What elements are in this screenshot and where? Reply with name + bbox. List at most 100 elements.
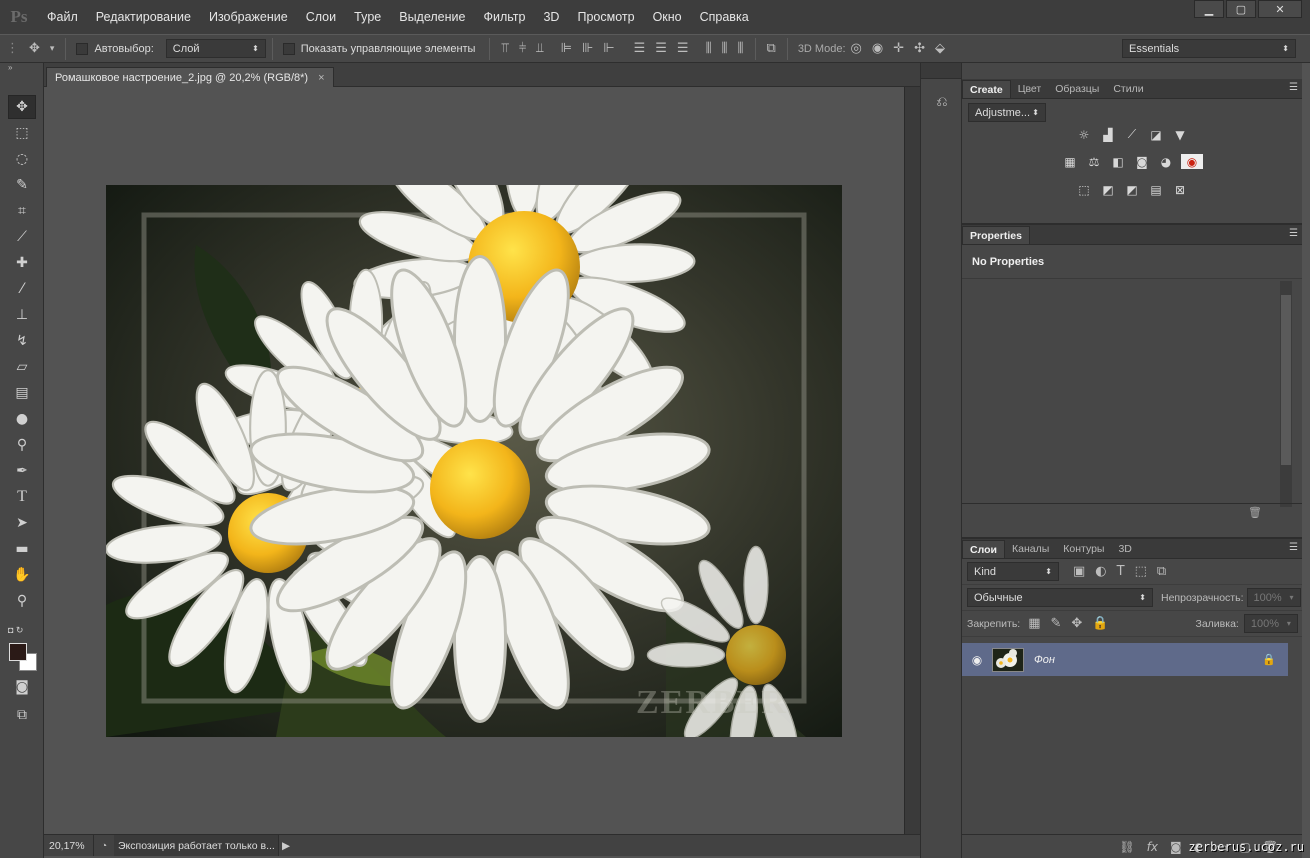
panel-menu-icon[interactable]: ☰ [1289,228,1298,239]
distribute-right-icon[interactable]: ⫼ [738,41,744,56]
filter-pixel-icon[interactable]: ▣ [1073,564,1085,579]
workspace-dropdown[interactable]: Essentials ⬍ [1122,39,1296,58]
eraser-tool-icon[interactable]: ▱ [8,355,36,379]
3d-slide-icon[interactable]: ✣ [914,41,925,56]
tab-layers[interactable]: Слои [962,540,1005,558]
tab-create[interactable]: Create [962,80,1011,98]
screen-mode-icon[interactable]: ⧉ [8,703,36,727]
invert-icon[interactable]: ⬚ [1075,182,1093,197]
filter-smart-object-icon[interactable]: ⧉ [1157,564,1166,579]
document-image[interactable]: ZERBER [106,185,842,737]
color-lookup-icon[interactable]: ◉ [1181,154,1203,169]
layer-style-fx-icon[interactable]: fx [1147,840,1158,854]
menu-window[interactable]: Окно [644,0,691,34]
menu-help[interactable]: Справка [691,0,758,34]
distribute-left-icon[interactable]: ⫼ [706,41,712,56]
distribute-bottom-icon[interactable]: ☰ [677,41,689,56]
status-menu-arrow-icon[interactable]: ▶ [279,840,293,852]
3d-roll-icon[interactable]: ◉ [872,41,883,56]
healing-brush-tool-icon[interactable]: ✚ [8,251,36,275]
threshold-icon[interactable]: ◩ [1123,182,1141,197]
history-panel-icon[interactable]: ⎌ [929,89,955,113]
show-transform-checkbox[interactable] [282,42,295,55]
menu-select[interactable]: Выделение [390,0,474,34]
close-tab-icon[interactable]: × [318,72,324,84]
black-white-icon[interactable]: ◧ [1109,154,1127,169]
layer-filter-dropdown[interactable]: Kind ⬍ [967,562,1059,581]
channel-mixer-icon[interactable]: ◕ [1157,154,1175,169]
crop-tool-icon[interactable]: ⌗ [8,199,36,223]
maximize-button[interactable]: ▢ [1226,0,1256,18]
align-left-icon[interactable]: ⊫ [561,41,572,56]
brush-tool-icon[interactable]: ⁄ [8,277,36,301]
collapse-toolbar-icon[interactable]: » [0,63,43,77]
clone-stamp-tool-icon[interactable]: ⊥ [8,303,36,327]
hand-tool-icon[interactable]: ✋ [8,563,36,587]
3d-rotate-icon[interactable]: ◎ [851,41,862,56]
blend-mode-dropdown[interactable]: Обычные ⬍ [967,588,1153,607]
align-top-icon[interactable]: ⫪ [501,41,508,56]
photo-filter-icon[interactable]: ◙ [1133,154,1151,169]
menu-edit[interactable]: Редактирование [87,0,200,34]
brightness-contrast-icon[interactable]: ☼ [1075,127,1093,142]
distribute-hcenter-icon[interactable]: ⫼ [722,41,728,56]
properties-scrollbar[interactable] [1280,281,1292,507]
gradient-tool-icon[interactable]: ▤ [8,381,36,405]
move-tool-preset-icon[interactable]: ✥ [29,41,40,56]
scrollbar-thumb[interactable] [1281,295,1291,465]
menu-view[interactable]: Просмотр [568,0,643,34]
status-info-icon[interactable]: ◔ [94,840,114,852]
tab-paths[interactable]: Контуры [1056,540,1111,558]
lasso-tool-icon[interactable]: ◌ [8,147,36,171]
quick-select-tool-icon[interactable]: ✎ [8,173,36,197]
fill-field[interactable]: 100% ▾ [1243,614,1298,633]
autoselect-checkbox[interactable] [76,42,89,55]
vibrance-icon[interactable]: ▼ [1171,127,1189,142]
levels-icon[interactable]: ▟ [1099,127,1117,142]
selective-color-icon[interactable]: ⊠ [1171,182,1189,197]
tab-color[interactable]: Цвет [1011,80,1049,98]
chevron-down-icon[interactable]: ▾ [50,44,55,54]
opacity-field[interactable]: 100% ▾ [1246,588,1301,607]
lock-transparent-icon[interactable]: ▦ [1028,616,1040,631]
history-brush-tool-icon[interactable]: ↯ [8,329,36,353]
eyedropper-tool-icon[interactable]: ⟋ [8,225,36,249]
tab-swatches[interactable]: Образцы [1048,80,1106,98]
tab-3d[interactable]: 3D [1111,540,1138,558]
panel-menu-icon[interactable]: ☰ [1289,542,1298,553]
tab-channels[interactable]: Каналы [1005,540,1056,558]
lock-all-icon[interactable]: 🔒 [1092,616,1108,631]
trash-icon[interactable]: 🗑 [1248,506,1262,519]
posterize-icon[interactable]: ◩ [1099,182,1117,197]
filter-shape-icon[interactable]: ⬚ [1135,564,1147,579]
adjustments-preset-dropdown[interactable]: Adjustme... ⬍ [968,103,1046,122]
quick-mask-icon[interactable]: ◙ [8,675,36,699]
align-hcenter-icon[interactable]: ⊪ [582,41,593,56]
lock-position-icon[interactable]: ✥ [1071,616,1082,631]
pen-tool-icon[interactable]: ✒ [8,459,36,483]
add-mask-icon[interactable]: ◙ [1170,840,1182,854]
default-colors-icon[interactable]: ◘ ↻ [8,625,23,636]
autoselect-dropdown[interactable]: Слой ⬍ [165,39,266,58]
zoom-level[interactable]: 20,17% [44,835,94,856]
close-button[interactable]: ✕ [1258,0,1302,18]
menu-type[interactable]: Type [345,0,390,34]
tab-properties[interactable]: Properties [962,226,1030,244]
filter-type-icon[interactable]: T [1117,564,1125,579]
dodge-tool-icon[interactable]: ⚲ [8,433,36,457]
foreground-color-swatch[interactable] [9,643,27,661]
menu-filter[interactable]: Фильтр [474,0,534,34]
hue-saturation-icon[interactable]: ▦ [1061,154,1079,169]
menu-layer[interactable]: Слои [297,0,345,34]
align-right-icon[interactable]: ⊩ [603,41,614,56]
menu-image[interactable]: Изображение [200,0,297,34]
menu-3d[interactable]: 3D [534,0,568,34]
lock-image-icon[interactable]: ✎ [1051,616,1062,631]
tab-styles[interactable]: Стили [1106,80,1150,98]
move-tool-icon[interactable]: ✥ [8,95,36,119]
3d-scale-icon[interactable]: ⬙ [935,41,945,56]
filter-adjustment-icon[interactable]: ◐ [1095,564,1106,579]
zoom-tool-icon[interactable]: ⚲ [8,589,36,613]
visibility-eye-icon[interactable]: ◉ [962,653,992,667]
gradient-map-icon[interactable]: ▤ [1147,182,1165,197]
